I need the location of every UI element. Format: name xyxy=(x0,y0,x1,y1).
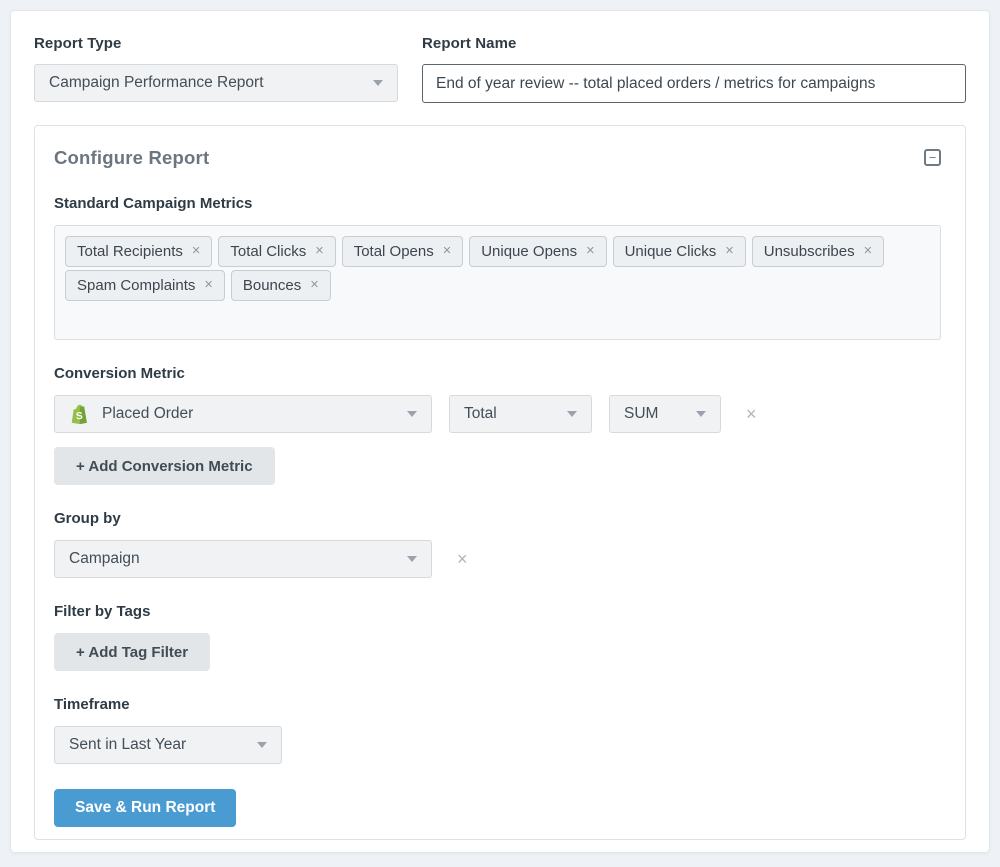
report-builder-card: Report Type Campaign Performance Report … xyxy=(10,10,990,853)
metric-chip: Spam Complaints × xyxy=(65,270,225,301)
collapse-panel-icon[interactable]: − xyxy=(924,149,941,166)
remove-chip-icon[interactable]: × xyxy=(864,244,872,259)
remove-chip-icon[interactable]: × xyxy=(315,244,323,259)
timeframe-select[interactable]: Sent in Last Year xyxy=(54,726,282,764)
standard-metrics-label: Standard Campaign Metrics xyxy=(54,195,941,212)
configure-report-header: Configure Report − xyxy=(54,147,941,169)
metric-chip-label: Bounces xyxy=(243,277,301,294)
shopify-icon: S xyxy=(69,404,90,425)
metric-chip: Unique Clicks × xyxy=(613,236,746,267)
configure-report-title: Configure Report xyxy=(54,147,209,169)
report-name-label: Report Name xyxy=(422,35,966,52)
metric-chip: Bounces × xyxy=(231,270,331,301)
remove-chip-icon[interactable]: × xyxy=(443,244,451,259)
save-run-report-button[interactable]: Save & Run Report xyxy=(54,789,236,827)
report-type-value: Campaign Performance Report xyxy=(49,74,264,92)
group-by-row: Campaign × xyxy=(54,540,941,578)
measure-value: Total xyxy=(464,405,497,423)
configure-report-panel: Configure Report − Standard Campaign Met… xyxy=(34,125,966,840)
chevron-down-icon xyxy=(373,80,383,86)
conversion-metric-select[interactable]: S Placed Order xyxy=(54,395,432,433)
conversion-metric-value-wrap: S Placed Order xyxy=(69,404,193,425)
timeframe-label: Timeframe xyxy=(54,696,941,713)
aggregate-select[interactable]: SUM xyxy=(609,395,721,433)
conversion-metric-value: Placed Order xyxy=(102,405,193,423)
standard-metrics-chip-box[interactable]: Total Recipients × Total Clicks × Total … xyxy=(54,225,941,340)
metric-chip: Unique Opens × xyxy=(469,236,606,267)
metric-chip: Total Recipients × xyxy=(65,236,212,267)
remove-chip-icon[interactable]: × xyxy=(192,244,200,259)
conversion-metric-row: S Placed Order Total SUM × xyxy=(54,395,941,433)
report-name-input[interactable] xyxy=(422,64,966,103)
remove-chip-icon[interactable]: × xyxy=(586,244,594,259)
metric-chip-label: Total Opens xyxy=(354,243,434,260)
chevron-down-icon xyxy=(257,742,267,748)
metric-chip: Total Opens × xyxy=(342,236,464,267)
chevron-down-icon xyxy=(407,556,417,562)
metric-chip-label: Unique Opens xyxy=(481,243,577,260)
chevron-down-icon xyxy=(567,411,577,417)
report-type-label: Report Type xyxy=(34,35,398,52)
metric-chip-label: Total Clicks xyxy=(230,243,306,260)
metric-chip-label: Unsubscribes xyxy=(764,243,855,260)
remove-chip-icon[interactable]: × xyxy=(310,278,318,293)
chevron-down-icon xyxy=(407,411,417,417)
remove-conversion-metric-icon[interactable]: × xyxy=(746,405,757,423)
conversion-metric-label: Conversion Metric xyxy=(54,365,941,382)
chevron-down-icon xyxy=(696,411,706,417)
remove-chip-icon[interactable]: × xyxy=(725,244,733,259)
remove-group-by-icon[interactable]: × xyxy=(457,550,468,568)
group-by-select[interactable]: Campaign xyxy=(54,540,432,578)
metric-chip: Unsubscribes × xyxy=(752,236,884,267)
group-by-value: Campaign xyxy=(69,550,140,568)
aggregate-value: SUM xyxy=(624,405,658,423)
report-meta-row: Report Type Campaign Performance Report … xyxy=(34,35,966,103)
report-name-field: Report Name xyxy=(422,35,966,103)
report-type-field: Report Type Campaign Performance Report xyxy=(34,35,398,103)
svg-text:S: S xyxy=(76,410,84,422)
metric-chip: Total Clicks × xyxy=(218,236,335,267)
report-type-select[interactable]: Campaign Performance Report xyxy=(34,64,398,102)
metric-chip-label: Unique Clicks xyxy=(625,243,717,260)
add-conversion-metric-button[interactable]: + Add Conversion Metric xyxy=(54,447,275,485)
filter-by-tags-label: Filter by Tags xyxy=(54,603,941,620)
timeframe-value: Sent in Last Year xyxy=(69,736,186,754)
group-by-label: Group by xyxy=(54,510,941,527)
measure-select[interactable]: Total xyxy=(449,395,592,433)
remove-chip-icon[interactable]: × xyxy=(204,278,212,293)
metric-chip-label: Spam Complaints xyxy=(77,277,195,294)
add-tag-filter-button[interactable]: + Add Tag Filter xyxy=(54,633,210,671)
metric-chip-label: Total Recipients xyxy=(77,243,183,260)
